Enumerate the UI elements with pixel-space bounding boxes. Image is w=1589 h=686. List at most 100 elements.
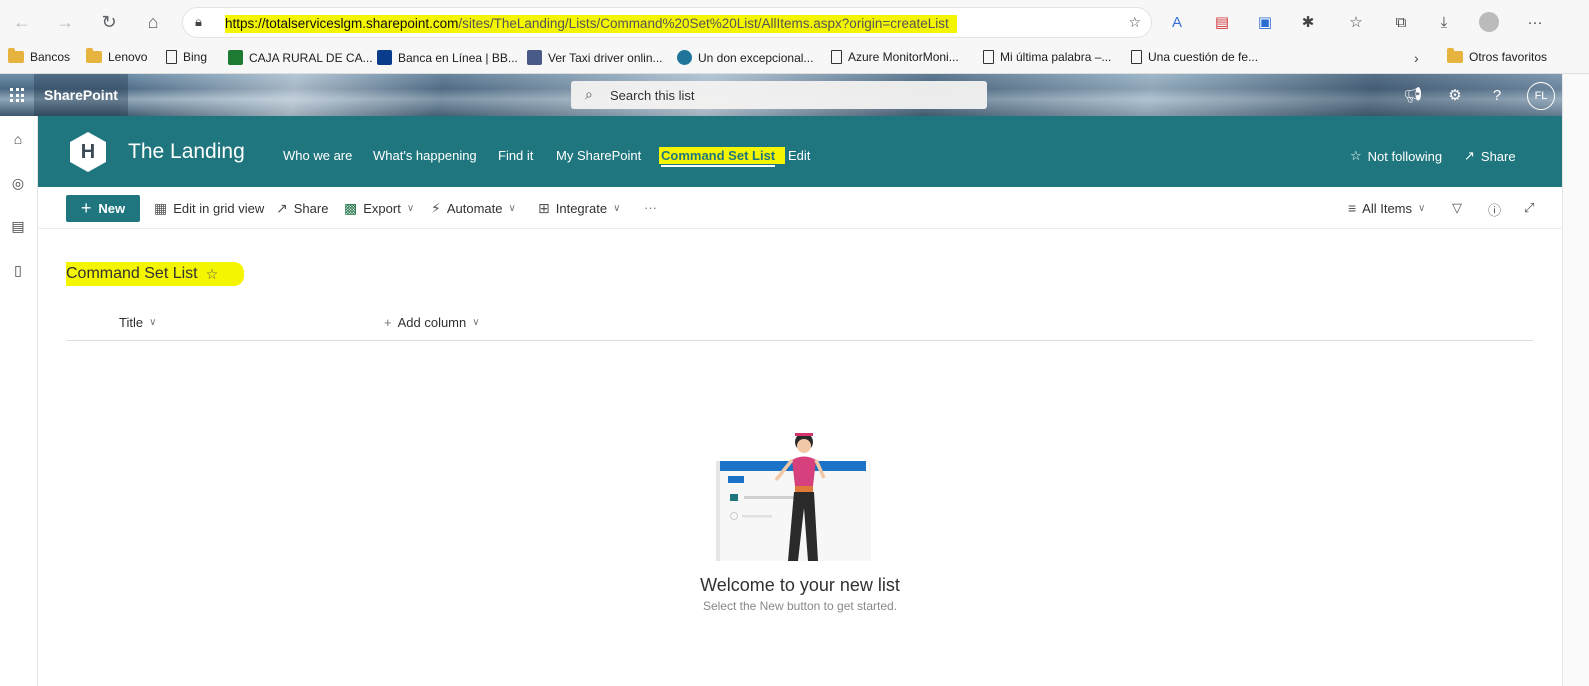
star-icon: ☆ [1350, 148, 1362, 163]
news-icon[interactable]: ▤ [7, 215, 29, 237]
bookmark-item[interactable]: Bancos [8, 48, 70, 64]
filter-icon[interactable]: ▽ [1452, 200, 1462, 216]
site-logo[interactable]: H [70, 132, 106, 172]
star-icon[interactable]: ☆ [206, 266, 219, 283]
add-favorite-icon[interactable]: ☆ [1128, 14, 1141, 31]
search-placeholder: Search this list [610, 88, 695, 103]
back-arrow-icon[interactable]: ← [9, 9, 35, 35]
edit-grid-view-button[interactable]: ▦ Edit in grid view [154, 200, 264, 217]
help-icon[interactable]: ? [1486, 84, 1508, 106]
site-share-button[interactable]: ↗ Share [1464, 148, 1516, 164]
bookmark-item[interactable]: Lenovo [86, 48, 147, 64]
chevron-down-icon: ∨ [472, 317, 480, 328]
caja-rural-icon [228, 50, 243, 65]
integrate-label: Integrate [555, 201, 608, 216]
screen-icon[interactable]: ▣ [1254, 11, 1276, 33]
app-launcher-icon[interactable] [0, 74, 34, 116]
chevron-down-icon: ∨ [149, 317, 157, 328]
bookmark-label: Ver Taxi driver onlin... [548, 50, 663, 65]
excel-icon: ▩ [344, 200, 358, 216]
bookmark-item[interactable]: Una cuestión de fe... [1131, 50, 1258, 64]
home-icon[interactable]: ⌂ [140, 9, 166, 35]
address-bar[interactable]: 🔒︎ https://totalserviceslgm.sharepoint.c… [182, 7, 1152, 38]
info-icon[interactable]: ⓘ [1488, 200, 1501, 219]
bookmark-label: CAJA RURAL DE CA... [249, 50, 373, 65]
follow-button[interactable]: ☆ Not following [1350, 148, 1442, 164]
pdf-icon[interactable]: ▤ [1211, 11, 1233, 33]
wordpress-icon [677, 50, 692, 65]
site-title[interactable]: The Landing [128, 140, 245, 164]
nav-who-we-are[interactable]: Who we are [283, 148, 352, 163]
left-app-bar: ⌂ ◎ ▤ ▯ [0, 116, 38, 686]
url-host: https://totalserviceslgm.sharepoint.com [225, 16, 459, 31]
more-options-button[interactable]: ··· [644, 200, 657, 215]
page-icon [166, 50, 177, 64]
export-label: Export [363, 201, 401, 216]
more-menu-icon[interactable]: ··· [1524, 11, 1546, 33]
downloads-icon[interactable]: ⤓ [1433, 11, 1455, 33]
avatar[interactable]: FL [1527, 82, 1555, 110]
bookmark-label: Un don excepcional... [698, 50, 814, 65]
bookmark-item[interactable]: CAJA RURAL DE CA... [228, 50, 373, 65]
bookmark-label: Banca en Línea | BB... [398, 50, 518, 65]
url-text[interactable]: https://totalserviceslgm.sharepoint.com/… [225, 15, 957, 33]
sharepoint-brand[interactable]: SharePoint [34, 74, 128, 116]
nav-command-set-list[interactable]: Command Set List [659, 147, 786, 167]
extensions-icon[interactable]: ✱ [1297, 11, 1319, 33]
share-label: Share [1480, 148, 1516, 164]
forward-arrow-icon[interactable]: → [52, 9, 78, 35]
favorites-icon[interactable]: ☆ [1345, 11, 1367, 33]
folder-icon [86, 48, 102, 63]
list-title-text: Command Set List [66, 265, 198, 282]
nav-edit[interactable]: Edit [788, 148, 810, 163]
automate-button[interactable]: ⚡︎ Automate ∨ [431, 200, 516, 217]
suite-bar: SharePoint ⌕ Search this list 📢︎ ⚙ ? [0, 74, 1589, 116]
nav-whats-happening[interactable]: What's happening [373, 148, 477, 163]
bookmark-label: Otros favoritos [1469, 50, 1548, 64]
bookmark-label: Mi última palabra –... [1000, 50, 1112, 64]
view-selector[interactable]: ≡ All Items ∨ [1348, 200, 1425, 216]
megaphone-icon[interactable]: 📢︎ [1402, 84, 1424, 106]
integrate-icon: ⊞ [538, 200, 550, 216]
share-button[interactable]: ↗ Share [276, 200, 328, 217]
bookmark-item[interactable]: Ver Taxi driver onlin... [527, 50, 663, 65]
profile-icon[interactable] [1478, 11, 1500, 33]
bookmark-item[interactable]: Bing [166, 50, 207, 64]
refresh-icon[interactable]: ↻ [96, 9, 122, 35]
bookmark-label: Bing [183, 50, 208, 64]
new-label: New [98, 201, 126, 216]
new-button[interactable]: + New [66, 195, 140, 222]
lock-icon: 🔒︎ [195, 14, 202, 29]
empty-state-subtitle: Select the New button to get started. [702, 599, 898, 613]
bookmark-item[interactable]: Azure MonitorMoni... [831, 50, 959, 64]
add-column-button[interactable]: + Add column ∨ [384, 315, 480, 330]
gear-icon[interactable]: ⚙ [1444, 84, 1466, 106]
column-title[interactable]: Title ∨ [119, 315, 156, 330]
bookmark-item[interactable]: Un don excepcional... [677, 50, 813, 65]
translate-icon[interactable]: A [1166, 11, 1188, 33]
view-label: All Items [1362, 200, 1413, 216]
bookmark-label: Una cuestión de fe... [1148, 50, 1259, 64]
search-input[interactable]: ⌕ Search this list [571, 81, 987, 109]
empty-list-illustration [716, 433, 871, 561]
column-header-row: Title ∨ + Add column ∨ [66, 306, 1533, 341]
integrate-button[interactable]: ⊞ Integrate ∨ [538, 200, 620, 217]
collections-icon[interactable]: ⧉ [1390, 11, 1412, 33]
nav-my-sharepoint[interactable]: My SharePoint [556, 148, 641, 163]
expand-icon[interactable]: ⤢ [1524, 200, 1534, 216]
bookmark-item[interactable]: Mi última palabra –... [983, 50, 1111, 64]
other-favorites[interactable]: Otros favoritos [1447, 48, 1548, 64]
site-icon [527, 50, 542, 65]
list-view-icon: ≡ [1348, 200, 1357, 216]
globe-icon[interactable]: ◎ [7, 172, 29, 194]
right-edge-panel [1562, 74, 1589, 686]
column-title-label: Title [119, 315, 144, 330]
export-button[interactable]: ▩ Export ∨ [344, 200, 414, 217]
empty-state-title: Welcome to your new list [700, 575, 900, 595]
nav-find-it[interactable]: Find it [498, 148, 533, 163]
home-icon[interactable]: ⌂ [7, 128, 29, 150]
document-icon[interactable]: ▯ [7, 259, 29, 281]
chevron-right-icon[interactable]: › [1414, 50, 1419, 66]
bookmark-item[interactable]: Banca en Línea | BB... [377, 50, 518, 65]
automate-icon: ⚡︎ [431, 200, 441, 216]
